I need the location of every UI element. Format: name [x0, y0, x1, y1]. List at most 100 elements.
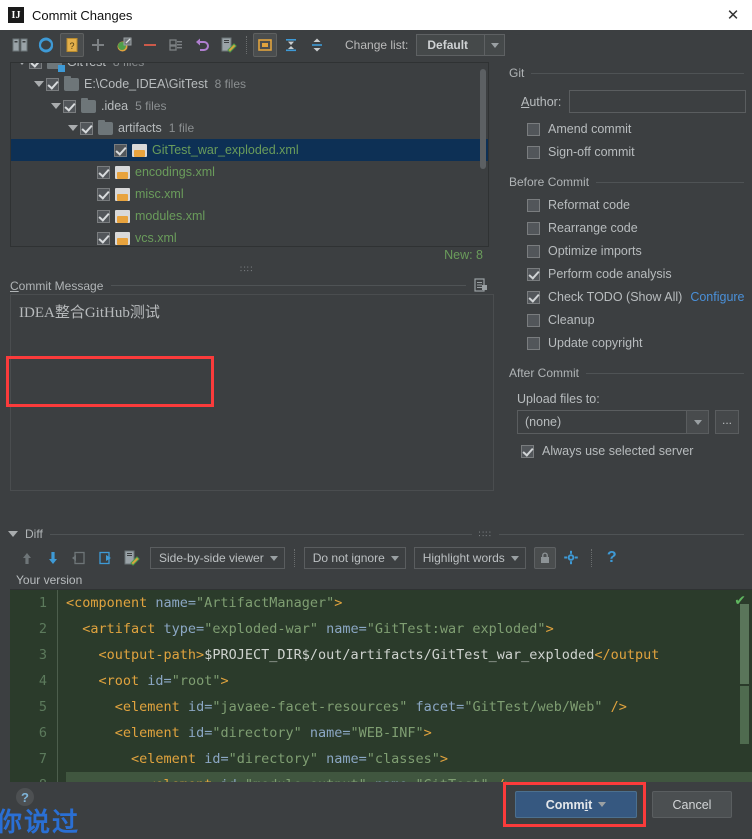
chevron-down-icon[interactable]	[15, 63, 29, 65]
new-files-count: New: 8	[444, 248, 483, 262]
upload-server-select[interactable]: (none)	[517, 410, 709, 434]
update-copyright-label: Update copyright	[548, 336, 643, 350]
tree-item-count: 5 files	[135, 99, 167, 113]
new-changelist-icon[interactable]	[86, 33, 110, 57]
chevron-down-icon[interactable]	[8, 531, 18, 537]
diff-toolbar: Side-by-side viewer Do not ignore Highli…	[0, 543, 752, 571]
line-number: 3	[38, 647, 47, 663]
xml-file-icon	[115, 165, 130, 179]
chevron-down-icon[interactable]	[484, 35, 504, 55]
file-checkbox[interactable]	[63, 99, 76, 113]
file-checkbox[interactable]	[80, 121, 93, 135]
checkbox-box	[527, 336, 540, 350]
changelist-select[interactable]: Default	[416, 34, 506, 56]
tree-scrollbar[interactable]	[480, 69, 486, 169]
apply-right-icon[interactable]	[94, 547, 116, 569]
code-line: <element id="directory" name="classes">	[131, 751, 449, 767]
reformat-code-checkbox[interactable]: Reformat code	[527, 198, 752, 212]
highlight-mode-select[interactable]: Highlight words	[413, 547, 526, 569]
perform-code-analysis-label: Perform code analysis	[548, 267, 672, 281]
chevron-down-icon[interactable]	[49, 103, 63, 109]
amend-commit-checkbox[interactable]: Amend commit	[527, 122, 752, 136]
cancel-button[interactable]: Cancel	[652, 791, 732, 818]
next-difference-icon[interactable]	[42, 547, 64, 569]
tree-item-label: GitTest	[67, 62, 106, 69]
set-active-changelist-icon[interactable]	[164, 33, 188, 57]
tree-row[interactable]: .idea 5 files	[11, 95, 488, 117]
commit-message-label: Commit Message	[10, 278, 104, 293]
changed-files-tree[interactable]: GitTest 8 files E:\Code_IDEA\GitTest 8 file…	[10, 62, 489, 247]
commit-message-input[interactable]: IDEA整合GitHub测试	[10, 294, 494, 491]
chevron-down-icon[interactable]	[66, 125, 80, 131]
browse-servers-button[interactable]: ...	[715, 410, 739, 434]
splitter-grip[interactable]: ∷∷	[240, 264, 253, 275]
refresh-icon[interactable]	[34, 33, 58, 57]
file-checkbox[interactable]	[97, 209, 110, 223]
rearrange-code-checkbox[interactable]: Rearrange code	[527, 221, 752, 235]
folder-icon	[98, 119, 113, 135]
code-scrollbar-thumb[interactable]	[740, 604, 749, 684]
chevron-down-icon[interactable]	[598, 802, 607, 807]
divider	[531, 72, 744, 74]
code-content: <component name="ArtifactManager"> <arti…	[66, 590, 752, 798]
configure-link[interactable]: Configure	[690, 290, 744, 304]
edit-source-icon[interactable]	[120, 547, 142, 569]
rollback-icon[interactable]	[190, 33, 214, 57]
changes-toolbar: ? Change list: Default	[0, 30, 752, 60]
close-icon[interactable]: ✕	[724, 6, 742, 24]
code-line: <element id="directory" name="WEB-INF">	[114, 725, 432, 741]
collapse-all-icon[interactable]	[305, 33, 329, 57]
cleanup-checkbox[interactable]: Cleanup	[527, 313, 752, 327]
ignore-mode-select[interactable]: Do not ignore	[303, 547, 406, 569]
code-scrollbar-track[interactable]	[740, 686, 749, 744]
author-field[interactable]	[569, 90, 746, 113]
code-line: <component name="ArtifactManager">	[66, 595, 343, 611]
tree-row[interactable]: artifacts 1 file	[11, 117, 488, 139]
author-row: Author:	[521, 90, 746, 113]
file-checkbox[interactable]	[114, 143, 127, 157]
question-mark-icon[interactable]: ?	[601, 547, 623, 569]
splitter-grip[interactable]: ∷∷	[479, 529, 492, 540]
always-use-selected-server-checkbox[interactable]: Always use selected server	[521, 444, 752, 458]
previous-difference-icon[interactable]	[16, 547, 38, 569]
file-checkbox[interactable]	[29, 63, 42, 69]
delete-changelist-icon[interactable]	[138, 33, 162, 57]
toolbar-separator	[590, 549, 592, 567]
changelist-label-text: Change list:	[345, 38, 409, 52]
gear-icon[interactable]	[560, 547, 582, 569]
file-checkbox[interactable]	[46, 77, 59, 91]
move-to-changelist-icon[interactable]	[112, 33, 136, 57]
chevron-down-icon[interactable]	[686, 411, 708, 433]
unversioned-files-icon[interactable]: ?	[60, 33, 84, 57]
file-checkbox[interactable]	[97, 165, 110, 179]
chevron-down-icon[interactable]	[32, 81, 46, 87]
tree-row[interactable]: encodings.xml	[11, 161, 488, 183]
perform-code-analysis-checkbox[interactable]: Perform code analysis	[527, 267, 752, 281]
edit-source-icon[interactable]	[216, 33, 240, 57]
viewer-mode-select[interactable]: Side-by-side viewer	[150, 547, 285, 569]
tree-row[interactable]: modules.xml	[11, 205, 488, 227]
update-copyright-checkbox[interactable]: Update copyright	[527, 336, 752, 350]
diff-code-pane[interactable]: 12345678 <component name="ArtifactManage…	[10, 589, 752, 799]
sign-off-commit-checkbox[interactable]: Sign-off commit	[527, 145, 752, 159]
tree-item-label: vcs.xml	[135, 231, 177, 245]
lock-icon[interactable]	[533, 547, 556, 569]
optimize-imports-checkbox[interactable]: Optimize imports	[527, 244, 752, 258]
check-todo-checkbox[interactable]: Check TODO (Show All) Configure	[527, 290, 752, 304]
commit-button[interactable]: Commit	[515, 791, 637, 818]
file-checkbox[interactable]	[97, 187, 110, 201]
diff-section-header[interactable]: Diff ∷∷	[8, 525, 744, 543]
apply-left-icon[interactable]	[68, 547, 90, 569]
file-checkbox[interactable]	[97, 231, 110, 245]
expand-all-icon[interactable]	[279, 33, 303, 57]
show-diff-icon[interactable]	[8, 33, 32, 57]
tree-row[interactable]: vcs.xml	[11, 227, 488, 246]
xml-file-icon	[115, 187, 130, 201]
left-column: GitTest 8 files E:\Code_IDEA\GitTest 8 file…	[0, 60, 495, 522]
tree-row[interactable]: GitTest_war_exploded.xml	[11, 139, 488, 161]
commit-message-history-icon[interactable]	[474, 278, 488, 293]
group-by-directory-icon[interactable]	[253, 33, 277, 57]
tree-row[interactable]: E:\Code_IDEA\GitTest 8 files	[11, 73, 488, 95]
tree-row[interactable]: misc.xml	[11, 183, 488, 205]
tree-row[interactable]: GitTest 8 files	[11, 62, 488, 73]
